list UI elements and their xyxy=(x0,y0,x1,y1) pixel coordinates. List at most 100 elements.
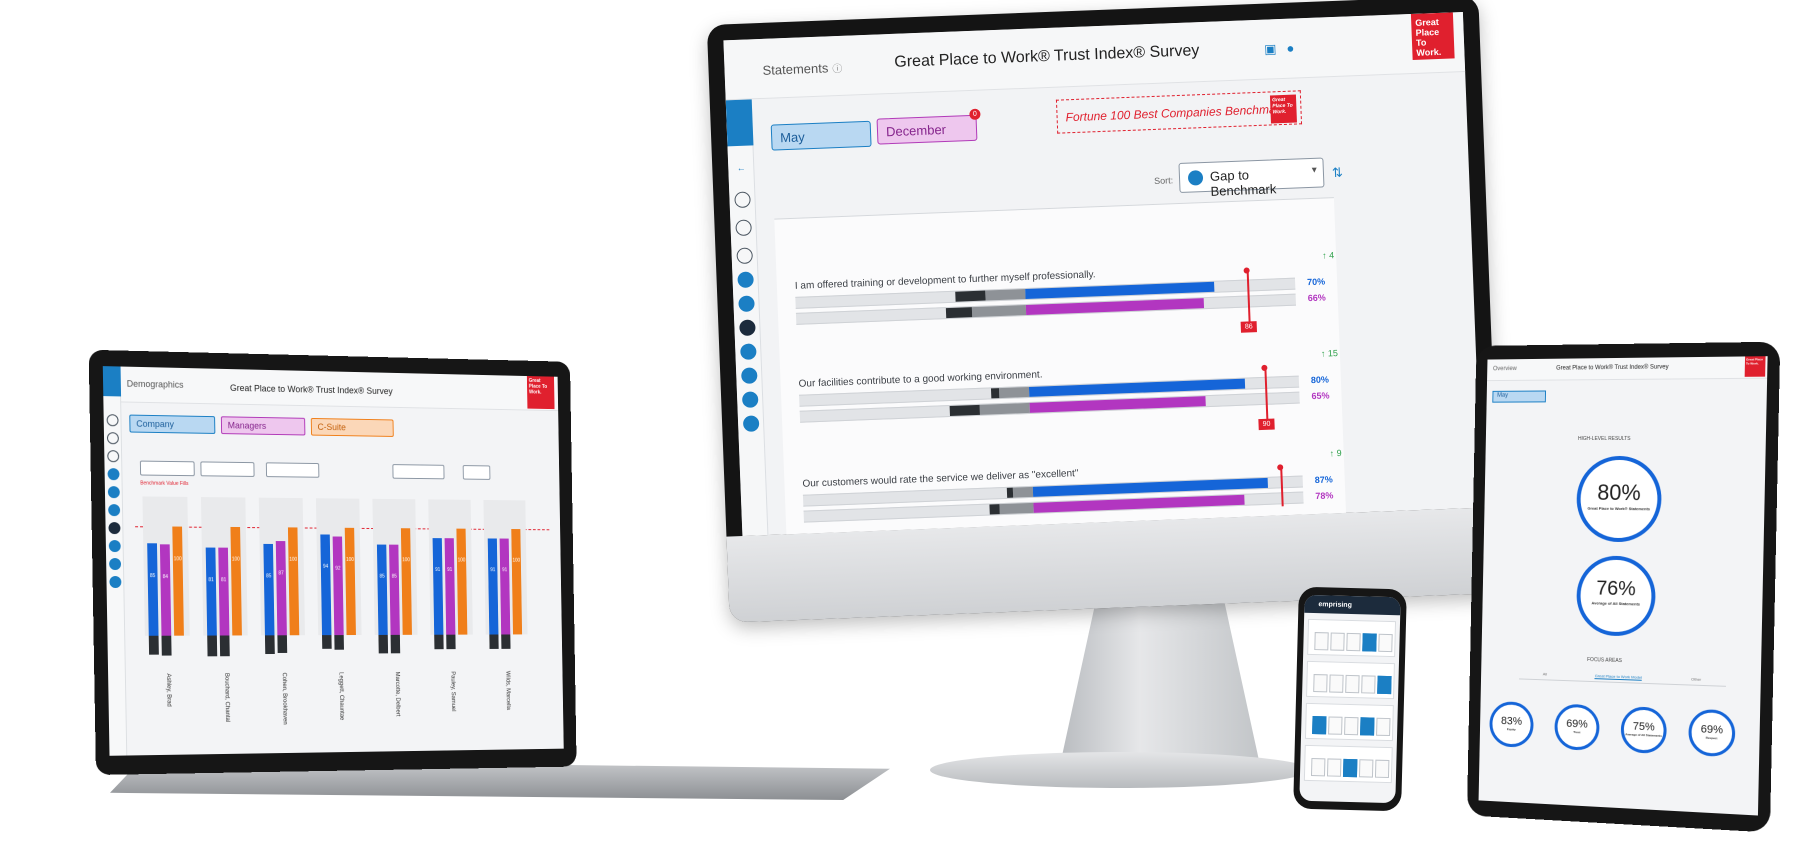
benchmark-label: Fortune 100 Best Companies Benchmark Gre… xyxy=(1056,90,1302,133)
sort-dropdown[interactable]: Gap to Benchmark ▾ xyxy=(1178,157,1324,193)
focus-tab-model[interactable]: Great Place to Work Model xyxy=(1595,673,1642,681)
tab-managers[interactable]: Managers xyxy=(221,416,306,435)
app-logo-icon[interactable] xyxy=(726,99,754,146)
focus-ring: 83% Equity xyxy=(1489,701,1534,748)
sort-dropdown[interactable] xyxy=(392,464,444,479)
chart-bar[interactable]: 81 xyxy=(218,548,229,636)
focus-heading: FOCUS AREAS xyxy=(1587,657,1622,664)
focus-tab-all[interactable]: All xyxy=(1543,671,1547,677)
monitor-stand-base xyxy=(930,752,1310,788)
chart-gap-bar xyxy=(207,636,217,657)
trend-icon[interactable] xyxy=(107,450,119,462)
nav-icon-1[interactable] xyxy=(737,271,754,288)
back-arrow-icon[interactable]: ← xyxy=(733,162,750,179)
statements-icon[interactable] xyxy=(739,319,756,336)
bar-value-label: 85 xyxy=(390,573,399,579)
question-card[interactable] xyxy=(1304,745,1393,783)
bar-value-label: 100 xyxy=(512,558,521,564)
laptop-section-title: Demographics xyxy=(127,379,184,390)
chart-gap-bar xyxy=(334,635,344,649)
tab-may[interactable]: May xyxy=(1492,390,1546,402)
group-label: Pauley, Samuel xyxy=(450,671,456,711)
survey-icon[interactable] xyxy=(107,414,119,426)
chart-bar[interactable]: 85 xyxy=(377,544,388,635)
bar-value-label: 91 xyxy=(488,567,497,573)
bar-value-label: 84 xyxy=(160,574,170,580)
chart-bar[interactable]: 91 xyxy=(433,538,444,635)
nav-icon-1[interactable] xyxy=(108,468,120,480)
chart-bar[interactable]: 100 xyxy=(401,528,412,635)
question-card[interactable] xyxy=(1306,661,1395,699)
chart-bar[interactable]: 91 xyxy=(445,538,456,635)
check-icon[interactable] xyxy=(107,432,119,444)
chart-bar[interactable]: 100 xyxy=(456,529,467,635)
nav-icon-3[interactable] xyxy=(108,504,120,516)
chart-gap-bar xyxy=(501,634,510,649)
chat-icon[interactable]: ▣ xyxy=(1264,41,1287,57)
nav-icon-4[interactable] xyxy=(109,540,121,552)
nav-icon-2[interactable] xyxy=(108,486,120,498)
bar-value-label: 87 xyxy=(276,571,286,577)
focus-tabs: All Great Place to Work Model Other xyxy=(1519,671,1726,687)
filter-dropdown-2[interactable] xyxy=(200,461,254,477)
chart-gap-bar xyxy=(265,635,275,654)
nav-icon-6[interactable] xyxy=(109,576,121,588)
tablet: Overview Great Place to Work® Trust Inde… xyxy=(1467,342,1780,833)
info-icon[interactable]: ⓘ xyxy=(832,64,842,75)
statement-row[interactable]: Our customers would rate the service we … xyxy=(802,458,1342,490)
chart-bar[interactable]: 85 xyxy=(389,544,400,635)
tablet-section-title: Overview xyxy=(1493,366,1517,372)
tab-company[interactable]: Company xyxy=(129,415,215,434)
laptop-screen: Demographics Great Place to Work® Trust … xyxy=(103,366,564,756)
chart-bar[interactable]: 85 xyxy=(147,543,158,636)
chart-bar[interactable]: 91 xyxy=(488,538,499,634)
chart-bar[interactable]: 100 xyxy=(172,527,184,636)
check-icon[interactable] xyxy=(735,219,752,236)
product-showcase: Demographics Great Place to Work® Trust … xyxy=(0,0,1819,845)
chart-bar[interactable]: 84 xyxy=(160,544,171,636)
nav-icon-5[interactable] xyxy=(742,391,759,408)
chart-bar[interactable]: 87 xyxy=(276,541,287,635)
nav-icon-3[interactable] xyxy=(740,343,757,360)
chart-bar[interactable]: 100 xyxy=(288,527,299,635)
bar-value-label: 85 xyxy=(377,573,386,579)
bar-value-label: 91 xyxy=(500,567,509,573)
chart-bar[interactable]: 92 xyxy=(333,536,344,635)
chart-bar[interactable]: 100 xyxy=(345,528,356,635)
chart-bar[interactable]: 94 xyxy=(320,534,331,635)
user-icon[interactable]: ● xyxy=(1286,40,1304,56)
chart-bar[interactable]: 81 xyxy=(206,547,217,635)
filter-dropdown-1[interactable] xyxy=(140,461,195,477)
breakout-dropdown[interactable] xyxy=(266,462,320,477)
tab-may[interactable]: May xyxy=(771,121,872,151)
survey-icon[interactable] xyxy=(734,191,751,208)
chart-bar[interactable]: 85 xyxy=(263,543,274,635)
tab-c-suite[interactable]: C-Suite xyxy=(311,418,394,437)
chart-bar[interactable]: 91 xyxy=(500,538,511,634)
question-card[interactable] xyxy=(1307,619,1396,657)
app-logo-icon[interactable] xyxy=(103,366,121,396)
benchmark-brand-logo: Great Place To Work. xyxy=(1270,94,1297,123)
tab-december[interactable]: December 0 xyxy=(877,115,978,145)
filter-icon[interactable]: ⇅ xyxy=(1332,165,1344,181)
question-card[interactable] xyxy=(1305,703,1394,741)
trend-icon[interactable] xyxy=(736,247,753,264)
focus-tab-other[interactable]: Other xyxy=(1691,676,1701,682)
demographics-icon[interactable] xyxy=(108,522,120,534)
nav-icon-2[interactable] xyxy=(738,295,755,312)
chart-bar[interactable]: 100 xyxy=(230,527,241,636)
laptop-nav-rail xyxy=(103,366,127,756)
delta-badge: ↑ 15 xyxy=(1321,348,1338,359)
view-dropdown[interactable] xyxy=(463,465,491,480)
nav-icon-6[interactable] xyxy=(743,415,760,432)
desktop-monitor: Statements ⓘ Great Place to Work® Trust I… xyxy=(707,0,1501,623)
nav-icon-4[interactable] xyxy=(741,367,758,384)
statement-row[interactable]: Our facilities contribute to a good work… xyxy=(798,358,1338,390)
group-label: Marcotte, Delbert xyxy=(394,672,400,717)
value-december: 66% xyxy=(1308,292,1326,303)
statement-row[interactable]: I am offered training or development to … xyxy=(795,260,1335,292)
chart-bar[interactable]: 100 xyxy=(511,529,522,634)
chart-gap-bar xyxy=(161,636,171,656)
phone-header: emprising xyxy=(1304,595,1400,616)
nav-icon-5[interactable] xyxy=(109,558,121,570)
